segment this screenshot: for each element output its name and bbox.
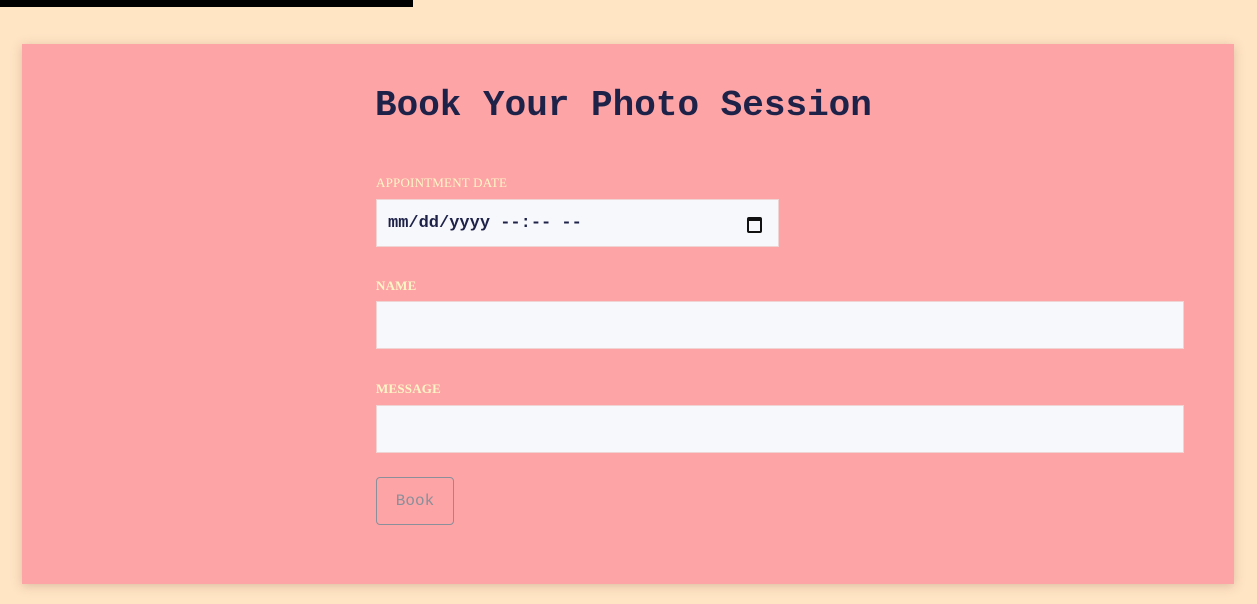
name-label: NAME <box>376 278 417 293</box>
booking-card: Book Your Photo Session APPOINTMENT DATE… <box>22 44 1234 584</box>
page-title: Book Your Photo Session <box>375 85 872 126</box>
calendar-icon[interactable] <box>747 217 762 233</box>
book-button[interactable]: Book <box>376 477 454 525</box>
appointment-date-input[interactable]: mm/dd/yyyy --:-- -- <box>376 199 779 247</box>
name-input[interactable] <box>376 301 1184 349</box>
appointment-date-label: APPOINTMENT DATE <box>376 175 508 190</box>
top-black-bar <box>0 0 413 7</box>
message-label: MESSAGE <box>376 381 441 396</box>
appointment-date-placeholder: mm/dd/yyyy --:-- -- <box>388 213 582 233</box>
message-input[interactable] <box>376 405 1184 453</box>
